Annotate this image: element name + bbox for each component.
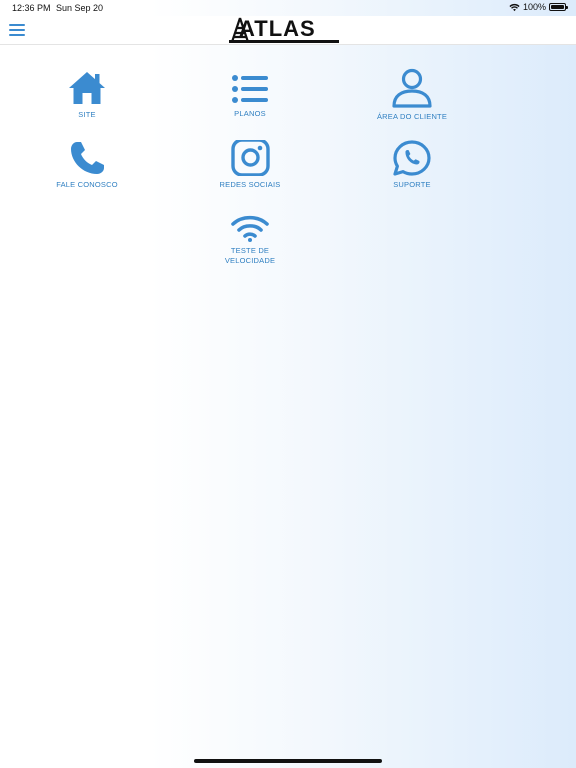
tile-label: ÁREA DO CLIENTE (376, 112, 448, 121)
home-icon (69, 72, 105, 104)
tile-area-do-cliente[interactable]: ÁREA DO CLIENTE (347, 68, 477, 122)
tile-planos[interactable]: PLANOS (185, 73, 315, 119)
tile-teste-de-velocidade[interactable]: TESTE DE VELOCIDADE (185, 214, 315, 266)
menu-grid: SITE PLANOS ÁREA DO CLIENTE FALE CONOSCO (0, 0, 576, 768)
phone-icon (71, 142, 104, 174)
tile-site[interactable]: SITE (22, 70, 152, 120)
user-icon (392, 68, 432, 108)
tile-label: TESTE DE VELOCIDADE (224, 246, 276, 265)
tile-label: SUPORTE (393, 180, 431, 189)
list-icon (232, 75, 268, 103)
whatsapp-icon (393, 140, 431, 176)
instagram-icon (231, 140, 270, 176)
tile-label: FALE CONOSCO (56, 180, 118, 189)
tile-label: SITE (78, 110, 96, 119)
tile-suporte[interactable]: SUPORTE (347, 140, 477, 190)
tile-label: REDES SOCIAIS (219, 180, 281, 189)
tile-fale-conosco[interactable]: FALE CONOSCO (22, 140, 152, 190)
home-indicator[interactable] (194, 759, 382, 763)
tile-redes-sociais[interactable]: REDES SOCIAIS (185, 140, 315, 190)
wifi-icon (231, 215, 269, 242)
tile-label: PLANOS (234, 109, 266, 118)
